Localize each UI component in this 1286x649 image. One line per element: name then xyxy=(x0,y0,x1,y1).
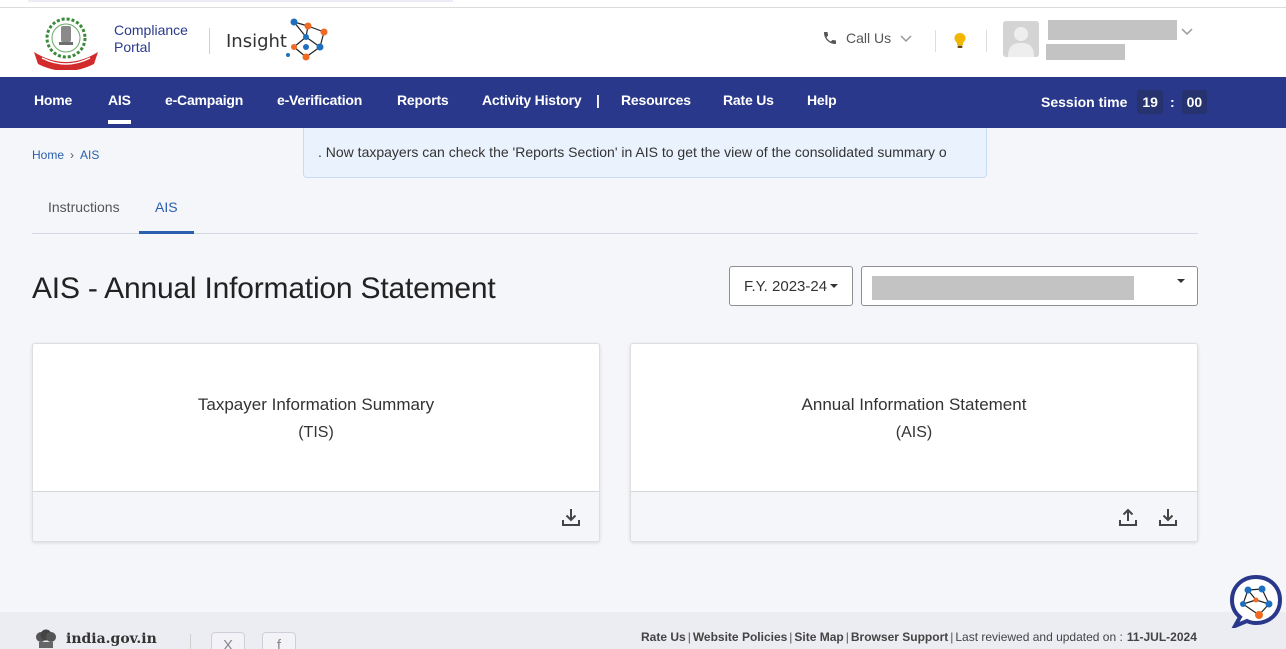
caret-down-icon xyxy=(1177,279,1185,283)
call-us-button[interactable]: Call Us xyxy=(822,30,913,46)
india-gov-link[interactable]: india.gov.in xyxy=(34,628,157,649)
card-title: Annual Information Statement xyxy=(801,395,1027,414)
user-avatar[interactable] xyxy=(1003,21,1039,57)
financial-year-value: F.Y. 2023-24 xyxy=(743,277,828,295)
footer-link-separator: | xyxy=(950,630,954,644)
page-title: AIS - Annual Information Statement xyxy=(32,272,496,305)
nav-activity-history[interactable]: Activity History xyxy=(482,92,582,108)
financial-year-select[interactable]: F.Y. 2023-24 xyxy=(729,266,853,306)
nav-reports[interactable]: Reports xyxy=(397,92,449,108)
lightbulb-icon[interactable] xyxy=(953,32,967,50)
brand-line-1: Compliance xyxy=(114,22,188,38)
taxpayer-select[interactable] xyxy=(861,266,1198,306)
footer-link-rate-us[interactable]: Rate Us xyxy=(641,630,686,644)
call-us-label: Call Us xyxy=(846,30,892,46)
brand-name[interactable]: Compliance Portal xyxy=(114,22,188,56)
browser-top-strip xyxy=(0,0,1286,8)
ais-card: Annual Information Statement (AIS) xyxy=(630,343,1198,542)
chevron-down-icon xyxy=(900,35,912,43)
upload-icon[interactable] xyxy=(1117,506,1139,528)
download-icon[interactable] xyxy=(1157,506,1179,528)
caret-down-icon xyxy=(830,284,839,288)
breadcrumb-chevron-icon: › xyxy=(70,148,75,162)
session-timer: Session time 19 : 00 xyxy=(1041,90,1211,114)
x-twitter-icon[interactable]: X xyxy=(211,632,245,649)
ais-card-body[interactable]: Annual Information Statement (AIS) xyxy=(631,344,1197,493)
footer-link-separator: | xyxy=(845,630,849,644)
facebook-icon[interactable]: f xyxy=(262,632,296,649)
nav-ais[interactable]: AIS xyxy=(108,92,131,124)
download-icon[interactable] xyxy=(560,506,582,528)
session-minutes: 19 xyxy=(1137,90,1163,114)
nav-help[interactable]: Help xyxy=(807,92,837,108)
brand-divider xyxy=(209,28,210,54)
session-seconds: 00 xyxy=(1181,90,1208,114)
nav-resources[interactable]: Resources xyxy=(621,92,691,108)
card-footer xyxy=(33,491,599,541)
insight-label: Insight xyxy=(226,31,287,52)
brand-line-2: Portal xyxy=(114,39,151,55)
user-avatar-icon xyxy=(1008,27,1034,57)
user-menu-chevron-icon[interactable] xyxy=(1180,26,1194,36)
footer-divider xyxy=(190,634,191,649)
breadcrumb: Home › AIS xyxy=(32,148,99,162)
breadcrumb-ais[interactable]: AIS xyxy=(80,148,99,162)
footer-link-browser-support[interactable]: Browser Support xyxy=(851,630,948,644)
footer-link-separator: | xyxy=(687,630,691,644)
chatbot-icon[interactable] xyxy=(1229,574,1283,628)
nav-rate-us[interactable]: Rate Us xyxy=(723,92,774,108)
footer-link-site-map[interactable]: Site Map xyxy=(794,630,843,644)
main-nav: Home AIS e-Campaign e-Verification Repor… xyxy=(0,77,1286,128)
tis-card: Taxpayer Information Summary (TIS) xyxy=(32,343,600,542)
footer-links: Rate Us | Website Policies | Site Map | … xyxy=(641,630,1197,644)
top-header: Compliance Portal Insight Call Us xyxy=(0,8,1286,77)
insight-network-icon xyxy=(286,18,328,61)
footer-link-separator: | xyxy=(789,630,793,644)
phone-icon xyxy=(824,32,836,44)
tab-ais[interactable]: AIS xyxy=(139,199,193,234)
tis-card-body[interactable]: Taxpayer Information Summary (TIS) xyxy=(33,344,599,493)
page-footer: india.gov.in X f Rate Us | Website Polic… xyxy=(0,612,1286,649)
header-divider xyxy=(986,30,987,52)
nav-e-verification[interactable]: e-Verification xyxy=(277,92,362,108)
page-tabs: Instructions AIS xyxy=(32,182,1198,234)
notice-text: . Now taxpayers can check the 'Reports S… xyxy=(318,144,947,160)
footer-link-website-policies[interactable]: Website Policies xyxy=(693,630,787,644)
taxpayer-value-redacted xyxy=(872,276,1134,300)
session-label: Session time xyxy=(1041,94,1128,110)
card-abbr: (TIS) xyxy=(298,424,334,441)
notice-banner: . Now taxpayers can check the 'Reports S… xyxy=(303,128,987,178)
last-reviewed-label: Last reviewed and updated on : xyxy=(955,630,1123,644)
income-tax-emblem-icon[interactable] xyxy=(32,16,100,70)
card-abbr: (AIS) xyxy=(895,424,933,441)
user-id-redacted xyxy=(1046,44,1125,60)
card-title: Taxpayer Information Summary xyxy=(197,395,435,414)
nav-home[interactable]: Home xyxy=(34,92,72,108)
nav-separator: | xyxy=(596,92,600,108)
card-footer xyxy=(631,491,1197,541)
national-emblem-icon xyxy=(36,629,56,648)
breadcrumb-home[interactable]: Home xyxy=(32,148,64,162)
last-reviewed-date: 11-JUL-2024 xyxy=(1126,630,1197,644)
user-name-redacted xyxy=(1048,20,1177,40)
india-gov-label: india.gov.in xyxy=(66,631,157,647)
header-divider xyxy=(935,30,936,52)
session-colon: : xyxy=(1169,94,1175,110)
nav-e-campaign[interactable]: e-Campaign xyxy=(165,92,243,108)
tab-instructions[interactable]: Instructions xyxy=(48,199,120,215)
